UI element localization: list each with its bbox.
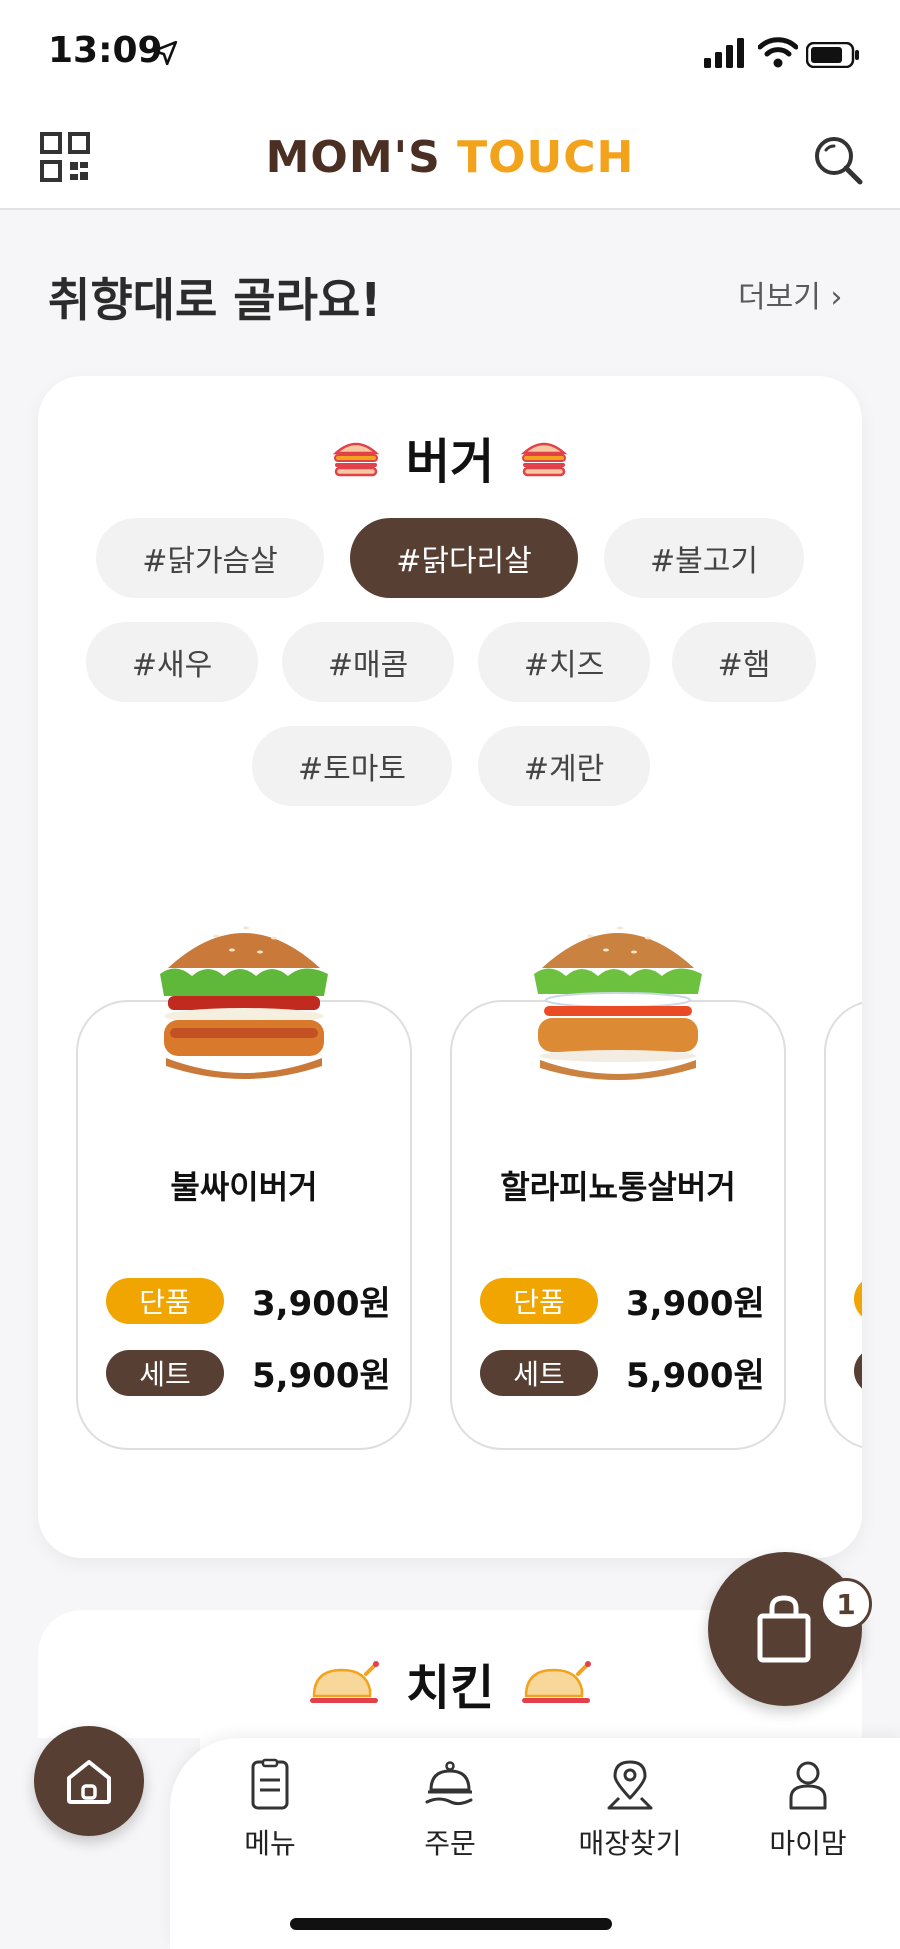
single-price: 3,900원: [252, 1284, 391, 1324]
burger-product-image: [160, 926, 328, 1079]
nav-item-menu[interactable]: 메뉴: [195, 1758, 345, 1862]
shopping-bag-icon: [757, 1595, 811, 1663]
tag-chip[interactable]: #닭가슴살: [96, 518, 324, 598]
chicken-title: 치킨: [405, 1660, 495, 1716]
cart-count-badge: 1: [820, 1578, 872, 1630]
single-price-row: 단품 3,900원: [480, 1276, 765, 1325]
tag-chip[interactable]: #새우: [86, 622, 258, 702]
nav-item-my[interactable]: 마이맘: [733, 1758, 883, 1862]
app-header: MOM'S TOUCH: [0, 110, 900, 210]
set-price-row: 세트 5,900원: [106, 1348, 391, 1397]
burger-icon: [520, 442, 568, 477]
chicken-icon: [522, 1661, 592, 1703]
chicken-icon: [309, 1661, 379, 1703]
tag-chip[interactable]: #계란: [478, 726, 650, 806]
tag-chip[interactable]: #매콤: [282, 622, 454, 702]
tag-chip-active[interactable]: #닭다리살: [350, 518, 578, 598]
single-price-row: 단품 3,900원: [106, 1276, 391, 1325]
home-icon: [67, 1760, 111, 1804]
nav-label: 주문: [424, 1827, 476, 1860]
burger-heading: 버거: [38, 422, 862, 492]
single-price: 3,900원: [626, 1284, 765, 1324]
single-tag: 단품: [480, 1277, 598, 1324]
set-price: 5,900원: [626, 1356, 765, 1396]
menu-item-name: 할라피뇨통살버거: [500, 1168, 736, 1206]
home-button[interactable]: [34, 1726, 144, 1836]
section-title: 취향대로 골라요!: [48, 273, 382, 327]
set-tag: 세트: [480, 1349, 598, 1396]
signal-icon: [704, 38, 744, 68]
nav-label: 메뉴: [244, 1827, 296, 1860]
single-tag: [854, 1276, 862, 1322]
battery-icon: [806, 42, 859, 68]
wifi-icon: [758, 37, 798, 68]
more-link[interactable]: 더보기 ›: [738, 272, 842, 316]
menu-icon: [251, 1758, 289, 1810]
order-cloche-icon: [425, 1761, 473, 1806]
person-icon: [789, 1761, 827, 1810]
nav-label: 매장찾기: [578, 1827, 682, 1860]
nav-label: 마이맘: [769, 1827, 847, 1860]
status-time: 13:09: [48, 30, 163, 71]
set-tag: 세트: [106, 1349, 224, 1396]
burger-product-image: [534, 926, 702, 1080]
tag-chip[interactable]: #불고기: [604, 518, 804, 598]
single-tag: 단품: [106, 1277, 224, 1324]
store-location-icon: [607, 1760, 653, 1810]
burger-category-card: 버거 #닭가슴살 #닭다리살 #불고기 #새우 #매콤 #치즈 #햄 #토마토 …: [38, 376, 862, 1558]
location-arrow-icon: [152, 40, 178, 66]
burger-icon: [332, 442, 380, 477]
menu-item-name: 불싸이버거: [170, 1168, 318, 1206]
search-icon[interactable]: [812, 134, 864, 186]
set-tag: [854, 1348, 862, 1394]
home-indicator: [290, 1918, 612, 1930]
tag-chip[interactable]: #토마토: [252, 726, 452, 806]
set-price: 5,900원: [252, 1356, 391, 1396]
status-bar: 13:09: [0, 0, 900, 110]
tag-chip[interactable]: #햄: [672, 622, 816, 702]
menu-item-card-peek[interactable]: [824, 1000, 862, 1450]
burger-title: 버거: [405, 434, 495, 490]
nav-item-order[interactable]: 주문: [375, 1758, 525, 1862]
set-price-row: 세트 5,900원: [480, 1348, 765, 1397]
nav-item-store[interactable]: 매장찾기: [555, 1758, 705, 1862]
brand-logo[interactable]: MOM'S TOUCH: [0, 132, 900, 183]
tag-chip[interactable]: #치즈: [478, 622, 650, 702]
